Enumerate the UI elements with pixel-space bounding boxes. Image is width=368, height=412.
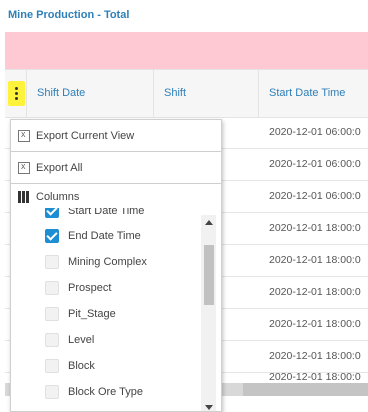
column-toggle-label: Block Ore Type	[68, 386, 143, 398]
start-date-cell: 2020-12-01 18:00:0	[269, 350, 361, 362]
columns-icon	[18, 191, 30, 203]
column-toggle-label: End Date Time	[68, 230, 141, 242]
checkbox-unchecked-icon[interactable]	[45, 333, 59, 347]
export-file-icon	[18, 129, 30, 142]
column-header-shift[interactable]: Shift	[153, 70, 258, 117]
checkbox-unchecked-icon[interactable]	[45, 385, 59, 399]
horizontal-scrollbar-thumb[interactable]	[243, 383, 368, 396]
toolbar-banner	[5, 32, 368, 69]
dot-icon	[15, 92, 18, 95]
scroll-up-arrow-icon[interactable]	[205, 220, 213, 225]
column-toggle-label: Start Date Time	[68, 208, 145, 217]
start-date-cell: 2020-12-01 18:00:0	[269, 254, 361, 266]
start-date-cell: 2020-12-01 18:00:0	[269, 222, 361, 234]
checkbox-unchecked-icon[interactable]	[45, 281, 59, 295]
column-toggle-label: Level	[68, 334, 95, 346]
export-current-view-label: Export Current View	[36, 130, 135, 142]
scroll-down-arrow-icon[interactable]	[205, 405, 213, 410]
menu-scrollbar-thumb[interactable]	[204, 245, 214, 305]
column-header-start-date-time[interactable]: Start Date Time	[258, 70, 368, 117]
page-title: Mine Production - Total	[8, 9, 130, 21]
column-toggle-level[interactable]: Level	[45, 327, 94, 353]
dot-icon	[15, 97, 18, 100]
column-toggle-pit-stage[interactable]: Pit_Stage	[45, 301, 116, 327]
column-toggle-start-date-time[interactable]: Start Date Time	[45, 208, 144, 224]
column-toggle-block-ore-type[interactable]: Block Ore Type	[45, 379, 143, 405]
checkbox-checked-icon[interactable]	[45, 229, 59, 243]
column-toggle-label: Mining Complex	[68, 256, 147, 268]
start-date-cell: 2020-12-01 18:00:0	[269, 286, 361, 298]
start-date-cell: 2020-12-01 06:00:0	[269, 158, 361, 170]
columns-label: Columns	[36, 191, 80, 203]
checkbox-unchecked-icon[interactable]	[45, 359, 59, 373]
export-all-label: Export All	[36, 162, 83, 174]
column-list: Start Date Time End Date Time Mining Com…	[11, 208, 201, 411]
column-toggle-block[interactable]: Block	[45, 353, 95, 379]
column-toggle-prospect[interactable]: Prospect	[45, 275, 111, 301]
column-toggle-label: Pit_Stage	[68, 308, 116, 320]
dot-icon	[15, 87, 18, 90]
column-toggle-mining-complex[interactable]: Mining Complex	[45, 249, 147, 275]
column-toggle-label: Prospect	[68, 282, 112, 294]
column-toggle-end-date-time[interactable]: End Date Time	[45, 223, 141, 249]
checkbox-unchecked-icon[interactable]	[45, 307, 59, 321]
grid-header: Shift Date Shift Start Date Time	[5, 69, 368, 118]
export-current-view-item[interactable]: Export Current View	[11, 120, 221, 152]
column-toggle-label: Block	[68, 360, 95, 372]
checkbox-unchecked-icon[interactable]	[45, 255, 59, 269]
checkbox-checked-icon[interactable]	[45, 208, 59, 218]
export-file-icon	[18, 161, 30, 174]
start-date-cell: 2020-12-01 18:00:0	[269, 318, 361, 330]
column-header-shift-date[interactable]: Shift Date	[26, 70, 153, 117]
start-date-cell: 2020-12-01 06:00:0	[269, 190, 361, 202]
grid-menu-button[interactable]	[8, 81, 25, 106]
start-date-cell: 2020-12-01 06:00:0	[269, 126, 361, 138]
grid-options-menu: Export Current View Export All Columns S…	[10, 119, 222, 412]
export-all-item[interactable]: Export All	[11, 152, 221, 184]
